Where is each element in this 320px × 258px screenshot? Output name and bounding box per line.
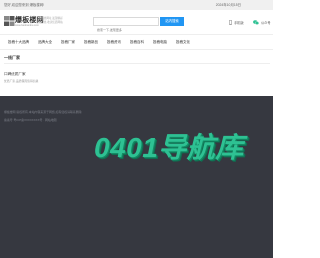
search-button[interactable]: 站内搜索 — [160, 17, 184, 26]
mobile-label: 手机版 — [234, 20, 244, 25]
nav-item-brand-top10[interactable]: 投稿十大品牌 — [8, 35, 29, 50]
footer-copyright: 爆板楼网 版权所有,本站内容来源于网络,如有侵权请联系删除 — [4, 110, 82, 114]
site-slogan: 汇聚各类网址,发现精彩 网站分类,收录优质网站 — [36, 17, 84, 25]
logo-icon[interactable] — [4, 16, 15, 26]
card-title[interactable]: 口碑优质厂家 — [4, 72, 26, 77]
search-input[interactable] — [94, 26, 158, 34]
watermark-logo: 0401导航库 — [94, 132, 244, 163]
nav-item-brand-list[interactable]: 品牌大全 — [38, 35, 52, 50]
mobile-link[interactable]: 手机版 — [229, 19, 244, 25]
wechat-label: 公众号 — [261, 20, 271, 25]
footer: 爆板楼网 版权所有,本站内容来源于网络,如有侵权请联系删除 备案号 粤ICP备X… — [0, 96, 273, 258]
top-bar: 您好,欢迎您来到 爆板楼网! 2024年10月15日 — [0, 0, 273, 10]
main-nav: 投稿十大品牌 品牌大全 投稿厂家 投稿新品 投稿资讯 投稿百科 投稿电脑 投稿文… — [0, 34, 273, 50]
card-description: 优质厂家,品质保障值得信赖 — [4, 79, 39, 83]
mobile-phone-icon — [229, 19, 232, 25]
section-divider — [4, 63, 270, 64]
nav-item-computers[interactable]: 投稿电脑 — [153, 35, 167, 50]
nav-item-culture[interactable]: 投稿文化 — [176, 35, 190, 50]
nav-item-news[interactable]: 投稿资讯 — [107, 35, 121, 50]
wechat-link[interactable]: 公众号 — [253, 19, 271, 25]
section-title: 一线厂家 — [4, 55, 20, 60]
header: 爆板楼网 www.baobanlou.com 汇聚各类网址,发现精彩 网站分类,… — [0, 10, 273, 34]
wechat-icon — [253, 19, 259, 25]
nav-item-new-products[interactable]: 投稿新品 — [84, 35, 98, 50]
date-text: 2024年10月15日 — [215, 3, 241, 7]
footer-icp[interactable]: 备案号 粤ICP备XXXXXXXX号 · 网站地图 — [4, 118, 57, 122]
search-box — [93, 17, 159, 34]
nav-item-manufacturers[interactable]: 投稿厂家 — [61, 35, 75, 50]
welcome-text: 您好,欢迎您来到 爆板楼网! — [4, 3, 45, 7]
nav-item-encyclopedia[interactable]: 投稿百科 — [130, 35, 144, 50]
slogan-line-2: 网站分类,收录优质网站 — [36, 21, 63, 24]
